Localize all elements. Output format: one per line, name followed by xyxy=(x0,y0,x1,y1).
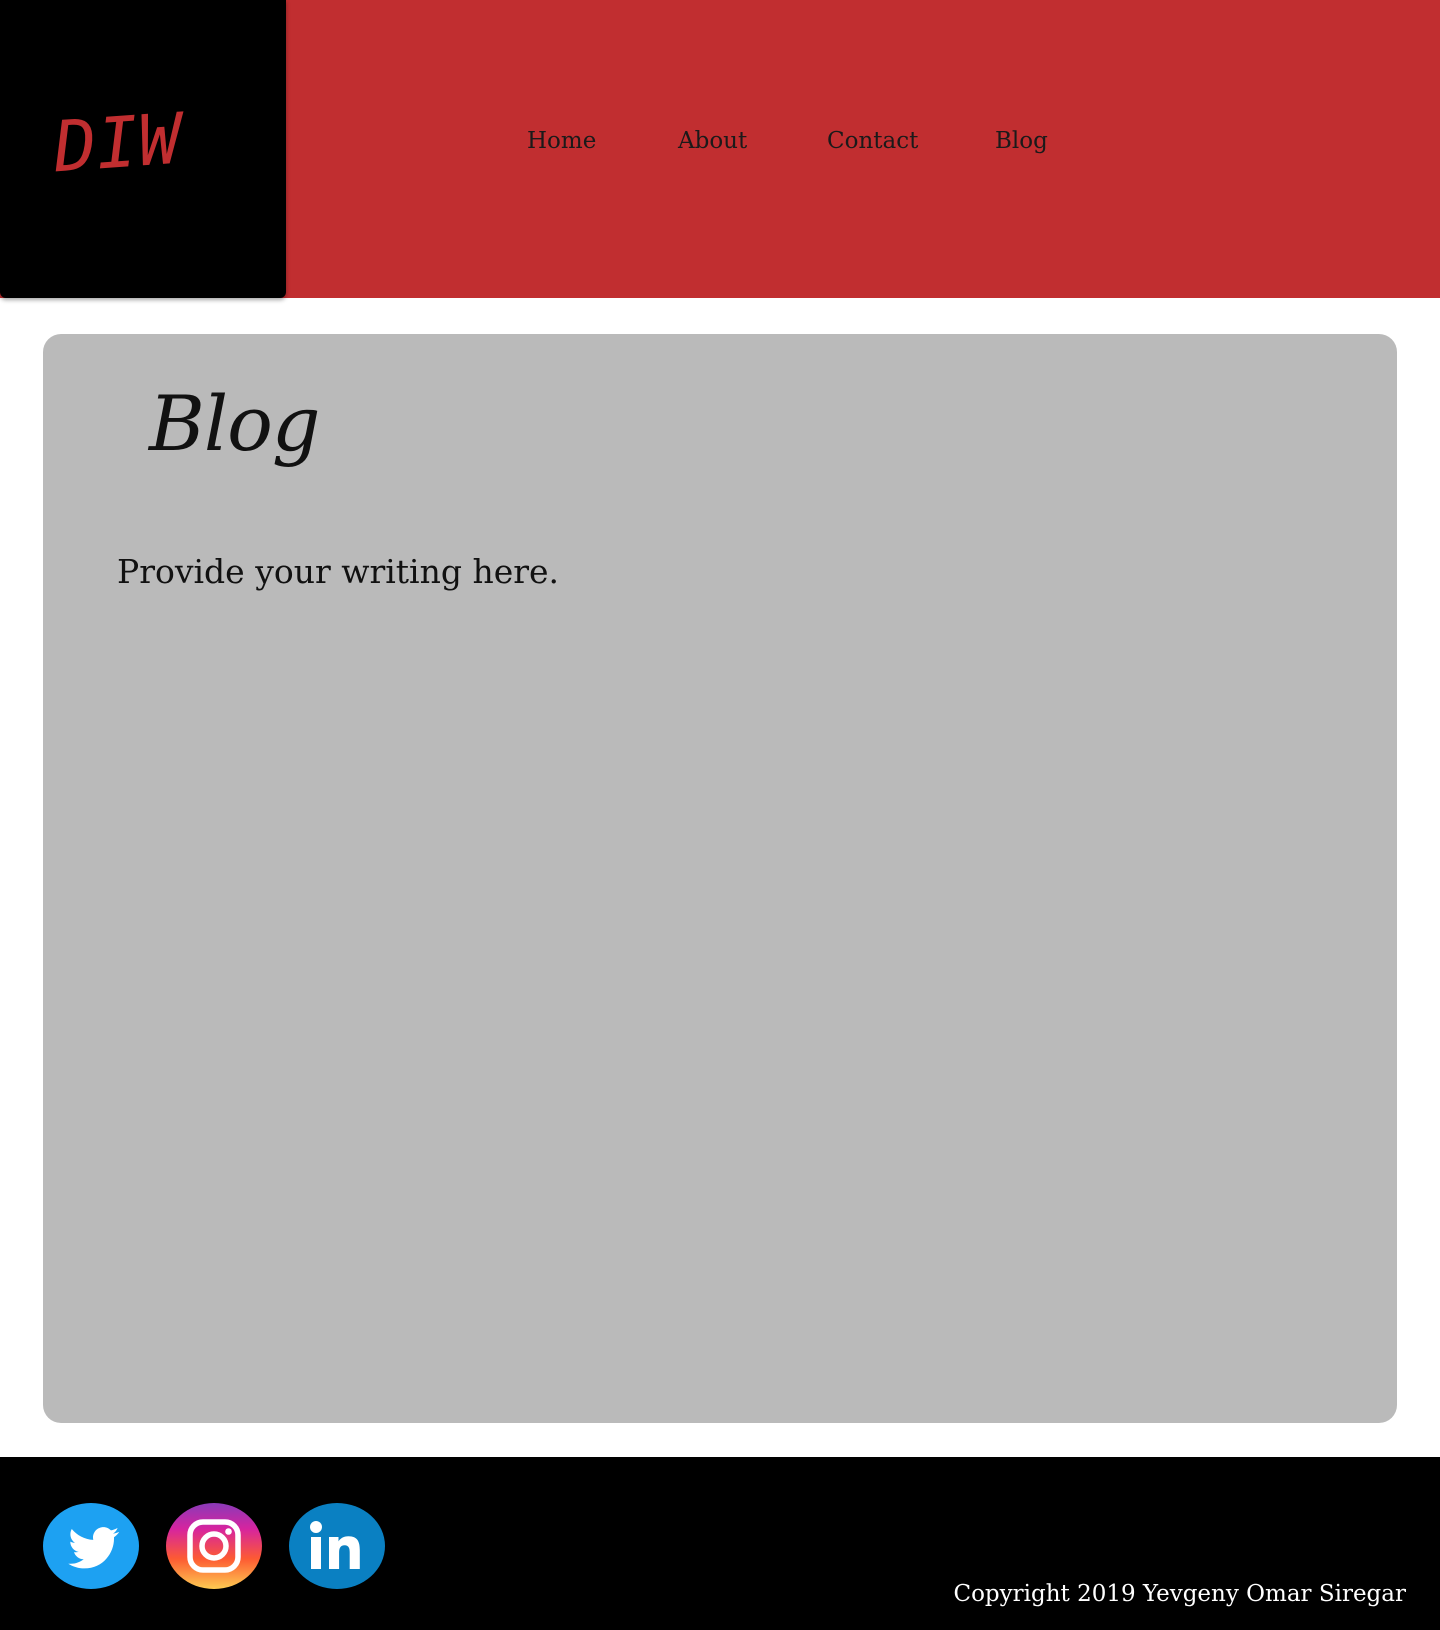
twitter-icon xyxy=(43,1503,139,1589)
blog-body-text: Provide your writing here. xyxy=(117,552,560,591)
instagram-link[interactable] xyxy=(166,1503,262,1589)
blog-card: Blog Provide your writing here. xyxy=(43,334,1397,1423)
site-header: DIW Home About Contact Blog xyxy=(0,0,1440,298)
main-nav: Home About Contact Blog xyxy=(0,124,1440,164)
twitter-link[interactable] xyxy=(43,1503,139,1589)
nav-home[interactable]: Home xyxy=(527,124,596,158)
instagram-icon xyxy=(166,1503,262,1589)
linkedin-icon xyxy=(289,1503,385,1589)
copyright-text: Copyright 2019 Yevgeny Omar Siregar xyxy=(953,1581,1406,1607)
nav-contact[interactable]: Contact xyxy=(827,124,918,158)
page-title: Blog xyxy=(149,379,321,468)
linkedin-link[interactable] xyxy=(289,1503,385,1589)
site-footer: Copyright 2019 Yevgeny Omar Siregar xyxy=(0,1457,1440,1630)
nav-blog[interactable]: Blog xyxy=(995,124,1048,158)
nav-about[interactable]: About xyxy=(678,124,747,158)
